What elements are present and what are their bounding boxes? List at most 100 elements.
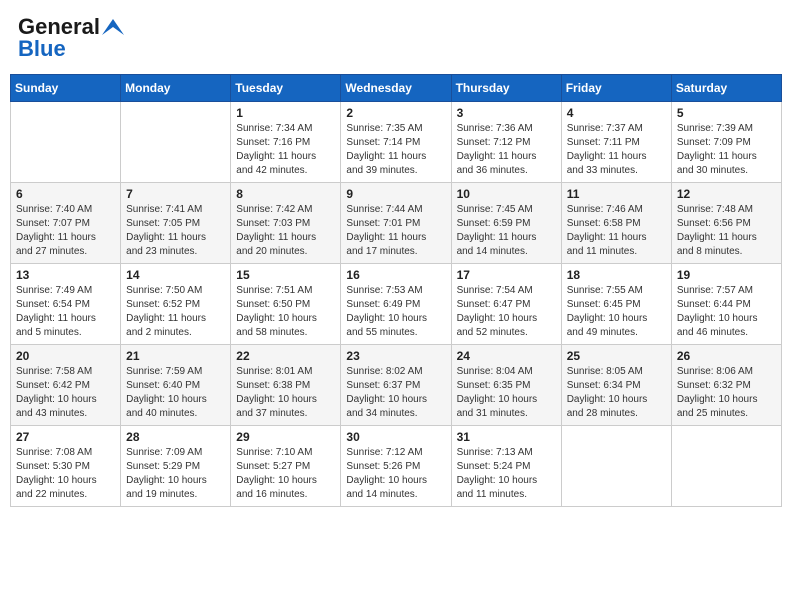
weekday-header-sunday: Sunday (11, 75, 121, 102)
day-info: Sunrise: 7:49 AM Sunset: 6:54 PM Dayligh… (16, 284, 115, 340)
day-number: 8 (236, 187, 335, 201)
day-number: 9 (346, 187, 445, 201)
day-number: 30 (346, 430, 445, 444)
calendar-cell: 10 Sunrise: 7:45 AM Sunset: 6:59 PM Dayli… (451, 183, 561, 264)
calendar-cell: 11 Sunrise: 7:46 AM Sunset: 6:58 PM Dayli… (561, 183, 671, 264)
day-info: Sunrise: 7:54 AM Sunset: 6:47 PM Dayligh… (457, 284, 556, 340)
day-info: Sunrise: 7:48 AM Sunset: 6:56 PM Dayligh… (677, 203, 776, 259)
calendar-week-row: 27 Sunrise: 7:08 AM Sunset: 5:30 PM Dayli… (11, 426, 782, 507)
calendar-cell: 22Sunrise: 8:01 AM Sunset: 6:38 PM Dayli… (231, 345, 341, 426)
calendar-cell: 17 Sunrise: 7:54 AM Sunset: 6:47 PM Dayli… (451, 264, 561, 345)
day-number: 2 (346, 106, 445, 120)
calendar-cell: 9 Sunrise: 7:44 AM Sunset: 7:01 PM Daylig… (341, 183, 451, 264)
day-number: 6 (16, 187, 115, 201)
day-number: 10 (457, 187, 556, 201)
logo-bird-icon (102, 19, 124, 35)
day-number: 16 (346, 268, 445, 282)
day-info: Sunrise: 7:37 AM Sunset: 7:11 PM Dayligh… (567, 122, 666, 178)
day-info: Sunrise: 7:44 AM Sunset: 7:01 PM Dayligh… (346, 203, 445, 259)
calendar-cell: 4 Sunrise: 7:37 AM Sunset: 7:11 PM Daylig… (561, 102, 671, 183)
calendar-cell (561, 426, 671, 507)
day-number: 26 (677, 349, 776, 363)
weekday-header-monday: Monday (121, 75, 231, 102)
calendar-cell (671, 426, 781, 507)
calendar-week-row: 6 Sunrise: 7:40 AM Sunset: 7:07 PM Daylig… (11, 183, 782, 264)
calendar-cell: 28 Sunrise: 7:09 AM Sunset: 5:29 PM Dayli… (121, 426, 231, 507)
day-info: Sunrise: 8:04 AM Sunset: 6:35 PM Dayligh… (457, 365, 556, 421)
day-number: 17 (457, 268, 556, 282)
weekday-header-wednesday: Wednesday (341, 75, 451, 102)
day-info: Sunrise: 8:06 AM Sunset: 6:32 PM Dayligh… (677, 365, 776, 421)
calendar-cell: 27 Sunrise: 7:08 AM Sunset: 5:30 PM Dayli… (11, 426, 121, 507)
day-number: 23 (346, 349, 445, 363)
calendar-cell (11, 102, 121, 183)
calendar-week-row: 1 Sunrise: 7:34 AM Sunset: 7:16 PM Daylig… (11, 102, 782, 183)
calendar-week-row: 20Sunrise: 7:58 AM Sunset: 6:42 PM Dayli… (11, 345, 782, 426)
day-info: Sunrise: 7:41 AM Sunset: 7:05 PM Dayligh… (126, 203, 225, 259)
day-info: Sunrise: 7:59 AM Sunset: 6:40 PM Dayligh… (126, 365, 225, 421)
day-info: Sunrise: 7:39 AM Sunset: 7:09 PM Dayligh… (677, 122, 776, 178)
day-info: Sunrise: 7:13 AM Sunset: 5:24 PM Dayligh… (457, 446, 556, 502)
day-number: 3 (457, 106, 556, 120)
day-number: 21 (126, 349, 225, 363)
day-number: 4 (567, 106, 666, 120)
calendar-header-row: SundayMondayTuesdayWednesdayThursdayFrid… (11, 75, 782, 102)
calendar-cell: 20Sunrise: 7:58 AM Sunset: 6:42 PM Dayli… (11, 345, 121, 426)
calendar-cell: 26 Sunrise: 8:06 AM Sunset: 6:32 PM Dayli… (671, 345, 781, 426)
weekday-header-thursday: Thursday (451, 75, 561, 102)
day-info: Sunrise: 7:36 AM Sunset: 7:12 PM Dayligh… (457, 122, 556, 178)
calendar-cell: 15Sunrise: 7:51 AM Sunset: 6:50 PM Dayli… (231, 264, 341, 345)
calendar-cell: 25Sunrise: 8:05 AM Sunset: 6:34 PM Dayli… (561, 345, 671, 426)
calendar-cell: 6 Sunrise: 7:40 AM Sunset: 7:07 PM Daylig… (11, 183, 121, 264)
logo: General Blue (18, 14, 124, 62)
weekday-header-tuesday: Tuesday (231, 75, 341, 102)
day-number: 19 (677, 268, 776, 282)
day-info: Sunrise: 7:10 AM Sunset: 5:27 PM Dayligh… (236, 446, 335, 502)
day-info: Sunrise: 7:46 AM Sunset: 6:58 PM Dayligh… (567, 203, 666, 259)
calendar-cell: 18 Sunrise: 7:55 AM Sunset: 6:45 PM Dayli… (561, 264, 671, 345)
day-number: 24 (457, 349, 556, 363)
calendar-cell: 7 Sunrise: 7:41 AM Sunset: 7:05 PM Daylig… (121, 183, 231, 264)
calendar-cell (121, 102, 231, 183)
calendar-cell: 8 Sunrise: 7:42 AM Sunset: 7:03 PM Daylig… (231, 183, 341, 264)
calendar-cell: 23 Sunrise: 8:02 AM Sunset: 6:37 PM Dayli… (341, 345, 451, 426)
calendar-cell: 24 Sunrise: 8:04 AM Sunset: 6:35 PM Dayli… (451, 345, 561, 426)
day-info: Sunrise: 7:09 AM Sunset: 5:29 PM Dayligh… (126, 446, 225, 502)
day-info: Sunrise: 7:08 AM Sunset: 5:30 PM Dayligh… (16, 446, 115, 502)
day-number: 28 (126, 430, 225, 444)
calendar-cell: 30Sunrise: 7:12 AM Sunset: 5:26 PM Dayli… (341, 426, 451, 507)
day-number: 7 (126, 187, 225, 201)
weekday-header-saturday: Saturday (671, 75, 781, 102)
day-number: 1 (236, 106, 335, 120)
day-info: Sunrise: 7:53 AM Sunset: 6:49 PM Dayligh… (346, 284, 445, 340)
day-info: Sunrise: 7:35 AM Sunset: 7:14 PM Dayligh… (346, 122, 445, 178)
calendar-cell: 16 Sunrise: 7:53 AM Sunset: 6:49 PM Dayli… (341, 264, 451, 345)
day-number: 5 (677, 106, 776, 120)
day-number: 14 (126, 268, 225, 282)
calendar-cell: 13 Sunrise: 7:49 AM Sunset: 6:54 PM Dayli… (11, 264, 121, 345)
day-number: 13 (16, 268, 115, 282)
day-number: 18 (567, 268, 666, 282)
calendar-cell: 3 Sunrise: 7:36 AM Sunset: 7:12 PM Daylig… (451, 102, 561, 183)
day-info: Sunrise: 7:55 AM Sunset: 6:45 PM Dayligh… (567, 284, 666, 340)
calendar-cell: 1 Sunrise: 7:34 AM Sunset: 7:16 PM Daylig… (231, 102, 341, 183)
calendar-cell: 31Sunrise: 7:13 AM Sunset: 5:24 PM Dayli… (451, 426, 561, 507)
day-number: 27 (16, 430, 115, 444)
calendar-cell: 12Sunrise: 7:48 AM Sunset: 6:56 PM Dayli… (671, 183, 781, 264)
logo-blue: Blue (18, 36, 66, 62)
day-number: 11 (567, 187, 666, 201)
calendar-cell: 21 Sunrise: 7:59 AM Sunset: 6:40 PM Dayli… (121, 345, 231, 426)
day-number: 29 (236, 430, 335, 444)
day-number: 20 (16, 349, 115, 363)
day-info: Sunrise: 7:57 AM Sunset: 6:44 PM Dayligh… (677, 284, 776, 340)
day-info: Sunrise: 7:34 AM Sunset: 7:16 PM Dayligh… (236, 122, 335, 178)
day-info: Sunrise: 7:40 AM Sunset: 7:07 PM Dayligh… (16, 203, 115, 259)
calendar-week-row: 13 Sunrise: 7:49 AM Sunset: 6:54 PM Dayli… (11, 264, 782, 345)
day-info: Sunrise: 7:45 AM Sunset: 6:59 PM Dayligh… (457, 203, 556, 259)
day-info: Sunrise: 7:50 AM Sunset: 6:52 PM Dayligh… (126, 284, 225, 340)
day-info: Sunrise: 8:02 AM Sunset: 6:37 PM Dayligh… (346, 365, 445, 421)
calendar-cell: 19 Sunrise: 7:57 AM Sunset: 6:44 PM Dayli… (671, 264, 781, 345)
calendar-cell: 29 Sunrise: 7:10 AM Sunset: 5:27 PM Dayli… (231, 426, 341, 507)
day-info: Sunrise: 7:42 AM Sunset: 7:03 PM Dayligh… (236, 203, 335, 259)
day-info: Sunrise: 7:51 AM Sunset: 6:50 PM Dayligh… (236, 284, 335, 340)
